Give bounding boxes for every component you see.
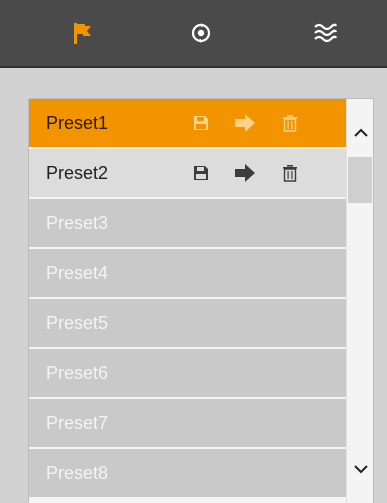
preset-row[interactable]: Preset3 bbox=[29, 199, 346, 249]
track-tab[interactable] bbox=[290, 0, 360, 66]
preset-label: Preset3 bbox=[46, 213, 109, 233]
preset-row[interactable]: Preset5 bbox=[29, 299, 346, 349]
preset-rows: Preset1 Preset2 Preset3 Preset4 Preset5 Prese… bbox=[29, 99, 346, 499]
preset-label: Preset1 bbox=[46, 113, 109, 133]
preset-label: Preset5 bbox=[46, 313, 109, 333]
call-preset-icon[interactable] bbox=[233, 111, 257, 135]
preset-actions bbox=[189, 99, 302, 147]
save-icon[interactable] bbox=[189, 161, 213, 185]
preset-row[interactable]: Preset6 bbox=[29, 349, 346, 399]
chevron-down-icon bbox=[354, 461, 368, 479]
flag-icon bbox=[69, 20, 95, 46]
preset-actions bbox=[189, 149, 302, 197]
preset-row[interactable]: Preset7 bbox=[29, 399, 346, 449]
list-scrollbar[interactable] bbox=[346, 99, 373, 503]
preset-row[interactable]: Preset2 bbox=[29, 149, 346, 199]
save-icon[interactable] bbox=[189, 111, 213, 135]
chevron-up-icon bbox=[354, 125, 368, 143]
preset-label: Preset2 bbox=[46, 163, 109, 183]
preset-tab[interactable] bbox=[47, 0, 117, 66]
preset-row[interactable]: Preset4 bbox=[29, 249, 346, 299]
cruise-icon bbox=[189, 21, 213, 45]
scroll-up-button[interactable] bbox=[347, 119, 373, 149]
scroll-thumb[interactable] bbox=[348, 157, 372, 203]
scroll-down-button[interactable] bbox=[347, 455, 373, 485]
preset-label: Preset8 bbox=[46, 463, 109, 483]
call-preset-icon[interactable] bbox=[233, 161, 257, 185]
trash-icon[interactable] bbox=[278, 161, 302, 185]
preset-row[interactable]: Preset8 bbox=[29, 449, 346, 499]
top-toolbar bbox=[0, 0, 387, 68]
trash-icon[interactable] bbox=[278, 111, 302, 135]
preset-label: Preset4 bbox=[46, 263, 109, 283]
preset-label: Preset7 bbox=[46, 413, 109, 433]
preset-list: Preset1 Preset2 Preset3 Preset4 Preset5 Prese… bbox=[28, 98, 374, 503]
preset-label: Preset6 bbox=[46, 363, 109, 383]
preset-row[interactable]: Preset1 bbox=[29, 99, 346, 149]
waves-icon bbox=[312, 22, 338, 44]
cruise-tab[interactable] bbox=[166, 0, 236, 66]
